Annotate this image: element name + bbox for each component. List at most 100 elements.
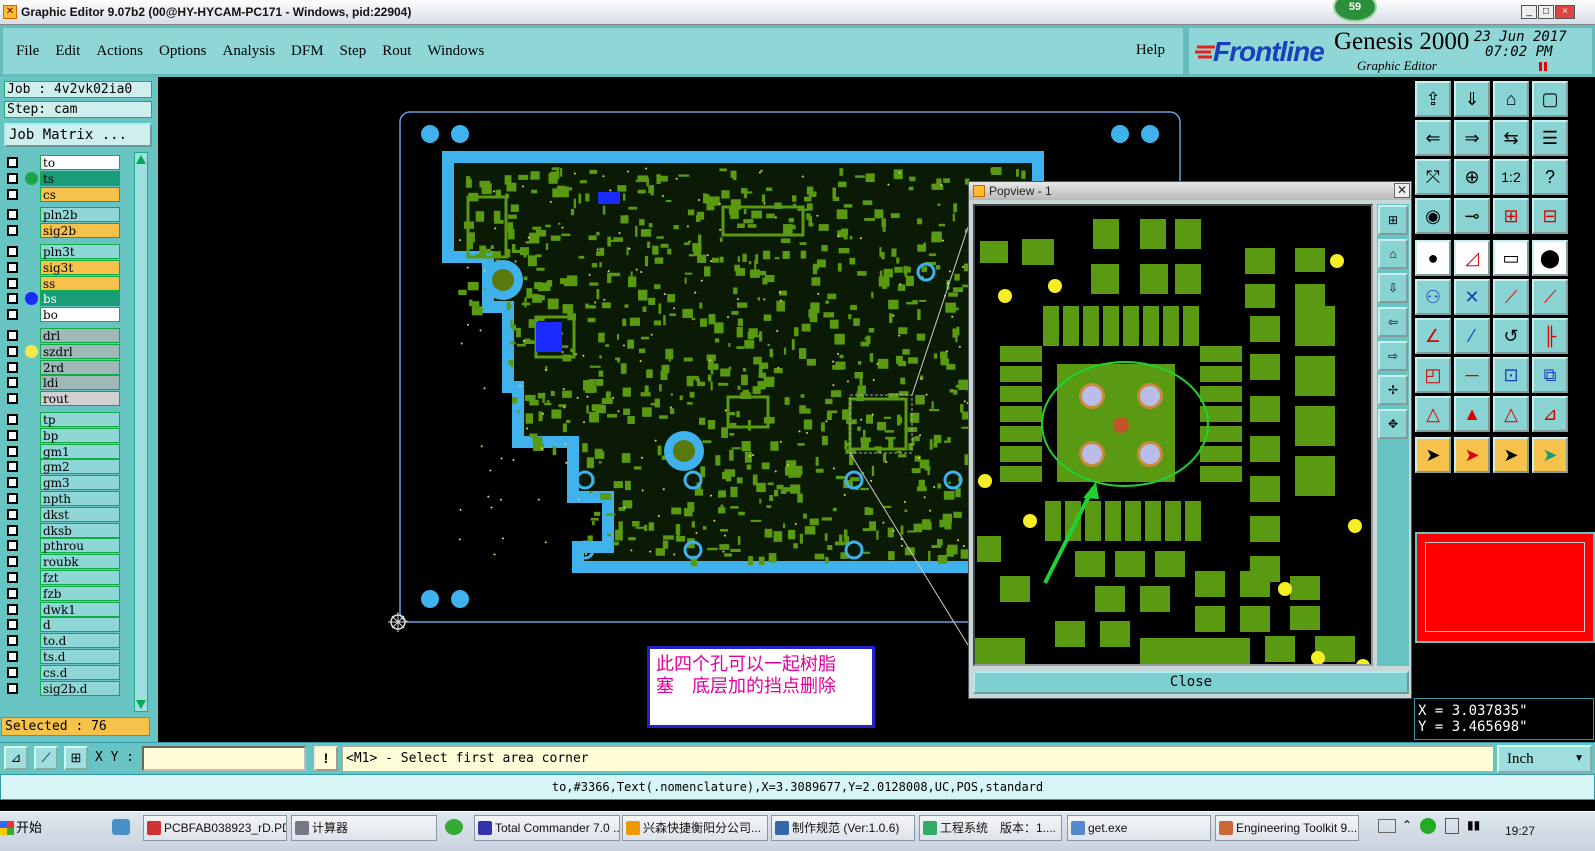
xy-input[interactable] — [142, 746, 306, 771]
help-query-icon[interactable]: ? — [1532, 159, 1568, 195]
pan-right-icon[interactable]: ⇒ — [1454, 120, 1490, 156]
popview-zoom-view[interactable] — [975, 206, 1373, 666]
layer-name[interactable]: sig2b — [40, 223, 120, 239]
layer-row[interactable]: roubk — [4, 554, 130, 570]
menu-windows[interactable]: Windows — [427, 43, 484, 60]
line-point-2-icon[interactable]: ⟋ — [1532, 279, 1568, 315]
maximize-button[interactable]: □ — [1538, 5, 1554, 19]
corner-icon[interactable]: ◰ — [1415, 357, 1451, 393]
layer-checkbox[interactable] — [7, 651, 18, 662]
layer-name[interactable]: dkst — [40, 506, 120, 522]
layer-checkbox[interactable] — [7, 587, 18, 599]
measure-grid-icon[interactable]: ⊟ — [1532, 198, 1568, 234]
layer-name[interactable]: rout — [40, 391, 120, 407]
task-total-commander[interactable]: Total Commander 7.0 ... — [474, 815, 620, 841]
task-engineering-system[interactable]: 工程系统 版本：1.... — [919, 815, 1062, 841]
layer-name[interactable]: dksb — [40, 522, 120, 538]
quick-launch-icon[interactable] — [112, 819, 130, 835]
popview-window[interactable]: Popview - 1 ✕ ⊞ ⌂ ⇩ ⇦ ⇨ ✢ ✥ Close — [968, 181, 1412, 699]
layer-row[interactable]: szdrl — [4, 343, 130, 359]
layer-row[interactable]: pln3t — [4, 244, 130, 259]
layer-checkbox[interactable] — [7, 414, 18, 425]
network-icon[interactable]: ▮▮ — [1467, 818, 1480, 832]
popview-right-icon[interactable]: ⇨ — [1378, 341, 1408, 371]
task-spec[interactable]: 制作规范 (Ver:1.0.6) — [771, 815, 915, 841]
layer-name[interactable]: bp — [40, 427, 120, 443]
task-get-exe[interactable]: get.exe — [1067, 815, 1211, 841]
layer-name[interactable]: 2rd — [40, 359, 120, 375]
dash-line-icon[interactable]: ─ — [1454, 357, 1490, 393]
line-point-icon[interactable]: ⟋ — [1493, 279, 1529, 315]
layer-checkbox[interactable] — [7, 361, 18, 373]
browser-icon[interactable] — [445, 819, 463, 835]
layer-name[interactable]: fzt — [40, 570, 120, 585]
fit-screen-icon[interactable]: ⤧ — [1415, 159, 1451, 195]
layer-checkbox[interactable] — [7, 157, 18, 168]
units-select[interactable]: Inch ▼ — [1497, 745, 1592, 773]
window-icon[interactable]: ▢ — [1532, 81, 1568, 117]
layer-row[interactable]: sig3t — [4, 259, 130, 275]
layer-checkbox[interactable] — [7, 556, 18, 568]
warning-icon[interactable]: ! — [314, 746, 338, 771]
task-company[interactable]: 兴森快捷衡阳分公司... — [622, 815, 768, 841]
layer-name[interactable]: drl — [40, 328, 120, 343]
layer-checkbox[interactable] — [7, 666, 18, 678]
zoom-home-icon[interactable]: ⇪ — [1415, 81, 1451, 117]
start-button[interactable]: 开始 — [0, 815, 46, 841]
layer-row[interactable]: dwk1 — [4, 601, 130, 617]
layer-row[interactable]: sig2b — [4, 223, 130, 239]
layer-row[interactable]: sig2b.d — [4, 680, 130, 696]
layer-list-scrollbar[interactable] — [134, 152, 148, 712]
layer-row[interactable]: bs — [4, 291, 130, 307]
popview-home-icon[interactable]: ⌂ — [1378, 239, 1408, 269]
layer-row[interactable]: gm1 — [4, 443, 130, 459]
tray-app-icon[interactable] — [1420, 818, 1436, 834]
pointer-icon[interactable]: ➤ — [1415, 437, 1451, 473]
layer-checkbox[interactable] — [7, 330, 18, 341]
node-edit-icon[interactable]: ⚇ — [1415, 279, 1451, 315]
layer-checkbox[interactable] — [7, 261, 18, 273]
layer-checkbox[interactable] — [7, 572, 18, 583]
slant-line-icon[interactable]: ⁄ — [1454, 318, 1490, 354]
layer-name[interactable]: roubk — [40, 554, 120, 570]
menu-options[interactable]: Options — [159, 43, 207, 60]
layer-row[interactable]: drl — [4, 328, 130, 343]
layer-checkbox[interactable] — [7, 461, 18, 473]
grid-icon[interactable]: ⊞ — [64, 746, 88, 770]
layer-checkbox[interactable] — [7, 477, 18, 489]
pointer-red-icon[interactable]: ➤ — [1454, 437, 1490, 473]
layer-name[interactable]: to.d — [40, 633, 120, 649]
layer-checkbox[interactable] — [7, 172, 18, 184]
task-calculator[interactable]: 计算器 — [291, 815, 437, 841]
layer-checkbox[interactable] — [7, 619, 18, 631]
measure-red-icon[interactable]: ⊞ — [1493, 198, 1529, 234]
snap-line-icon[interactable]: ⟋ — [34, 746, 58, 770]
layer-row[interactable]: cs.d — [4, 664, 130, 680]
layer-checkbox[interactable] — [7, 508, 18, 520]
layer-name[interactable]: sig2b.d — [40, 680, 120, 696]
layer-row[interactable]: ss — [4, 275, 130, 291]
layer-row[interactable]: gm2 — [4, 459, 130, 475]
layer-row[interactable]: ldi — [4, 375, 130, 391]
layer-name[interactable]: cs.d — [40, 664, 120, 680]
layer-checkbox[interactable] — [7, 493, 18, 504]
layer-checkbox[interactable] — [7, 445, 18, 457]
layer-name[interactable]: tp — [40, 412, 120, 427]
menu-rout[interactable]: Rout — [382, 43, 411, 60]
layer-row[interactable]: ts.d — [4, 649, 130, 664]
eye-icon[interactable]: ◉ — [1415, 198, 1451, 234]
center-icon[interactable]: ⊡ — [1493, 357, 1529, 393]
group-icon[interactable]: ⧉ — [1532, 357, 1568, 393]
layer-checkbox[interactable] — [7, 377, 18, 389]
triangle-3-icon[interactable]: △ — [1493, 396, 1529, 432]
layer-name[interactable]: pln2b — [40, 207, 120, 223]
layer-color-swatch[interactable] — [1415, 532, 1595, 643]
pointer-multi-icon[interactable]: ➤ — [1532, 437, 1568, 473]
triangle-4-icon[interactable]: ⊿ — [1532, 396, 1568, 432]
menu-file[interactable]: File — [16, 43, 39, 60]
pan-left-icon[interactable]: ⇐ — [1415, 120, 1451, 156]
layer-name[interactable]: sig3t — [40, 259, 120, 275]
layer-row[interactable]: npth — [4, 491, 130, 506]
layer-name[interactable]: d — [40, 617, 120, 633]
layer-row[interactable]: dksb — [4, 522, 130, 538]
